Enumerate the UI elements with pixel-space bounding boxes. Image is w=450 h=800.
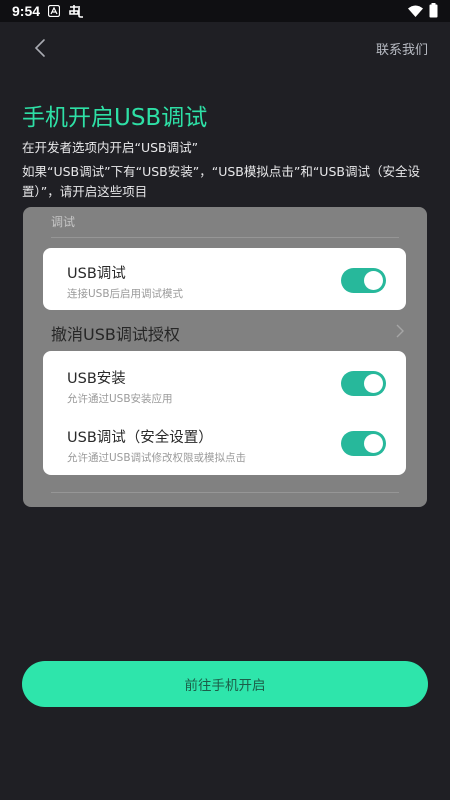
divider — [51, 492, 399, 493]
usb-debug-row: USB调试 连接USB后启用调试模式 — [67, 262, 386, 301]
usb-debug-toggle[interactable] — [341, 268, 386, 293]
status-time: 9:54 — [12, 3, 41, 19]
app-icon — [68, 4, 84, 18]
example-settings-screenshot: 调试 USB调试 连接USB后启用调试模式 撤消USB调试授权 USB安装 允许… — [23, 207, 427, 507]
usb-install-card: USB安装 允许通过USB安装应用 USB调试（安全设置） 允许通过USB调试修… — [43, 351, 406, 475]
usb-debug-secure-subtitle: 允许通过USB调试修改权限或模拟点击 — [67, 452, 247, 464]
usb-install-row: USB安装 允许通过USB安装应用 — [67, 367, 386, 406]
usb-debug-title: USB调试 — [67, 266, 126, 282]
chevron-left-icon — [34, 39, 45, 57]
usb-install-toggle[interactable] — [341, 371, 386, 396]
top-bar: 联系我们 — [0, 22, 450, 72]
usb-debug-secure-toggle[interactable] — [341, 431, 386, 456]
notification-a-icon — [48, 5, 61, 17]
usb-debug-secure-row: USB调试（安全设置） 允许通过USB调试修改权限或模拟点击 — [67, 426, 386, 465]
section-label: 调试 — [51, 215, 76, 229]
contact-us-link[interactable]: 联系我们 — [376, 39, 428, 58]
usb-debug-subtitle: 连接USB后启用调试模式 — [67, 288, 184, 300]
wifi-icon — [408, 5, 423, 21]
page-title: 手机开启USB调试 — [22, 105, 208, 131]
go-enable-button[interactable]: 前往手机开启 — [22, 661, 428, 707]
usb-install-subtitle: 允许通过USB安装应用 — [67, 393, 173, 405]
divider — [51, 237, 399, 238]
toggle-knob — [364, 434, 383, 453]
toggle-knob — [364, 271, 383, 290]
usb-debug-card: USB调试 连接USB后启用调试模式 — [43, 248, 406, 310]
usb-install-title: USB安装 — [67, 371, 126, 387]
instruction-text: 在开发者选项内开启“USB调试” — [22, 140, 199, 155]
chevron-right-icon — [395, 323, 405, 343]
status-bar: 9:54 — [0, 0, 450, 22]
usb-debug-secure-title: USB调试（安全设置） — [67, 430, 213, 446]
revoke-usb-debug-item: 撤消USB调试授权 — [51, 325, 180, 344]
instruction-detail-text: 如果“USB调试”下有“USB安装”，“USB模拟点击”和“USB调试（安全设置… — [22, 164, 420, 199]
toggle-knob — [364, 374, 383, 393]
back-button[interactable] — [30, 36, 50, 60]
battery-icon — [429, 3, 438, 22]
